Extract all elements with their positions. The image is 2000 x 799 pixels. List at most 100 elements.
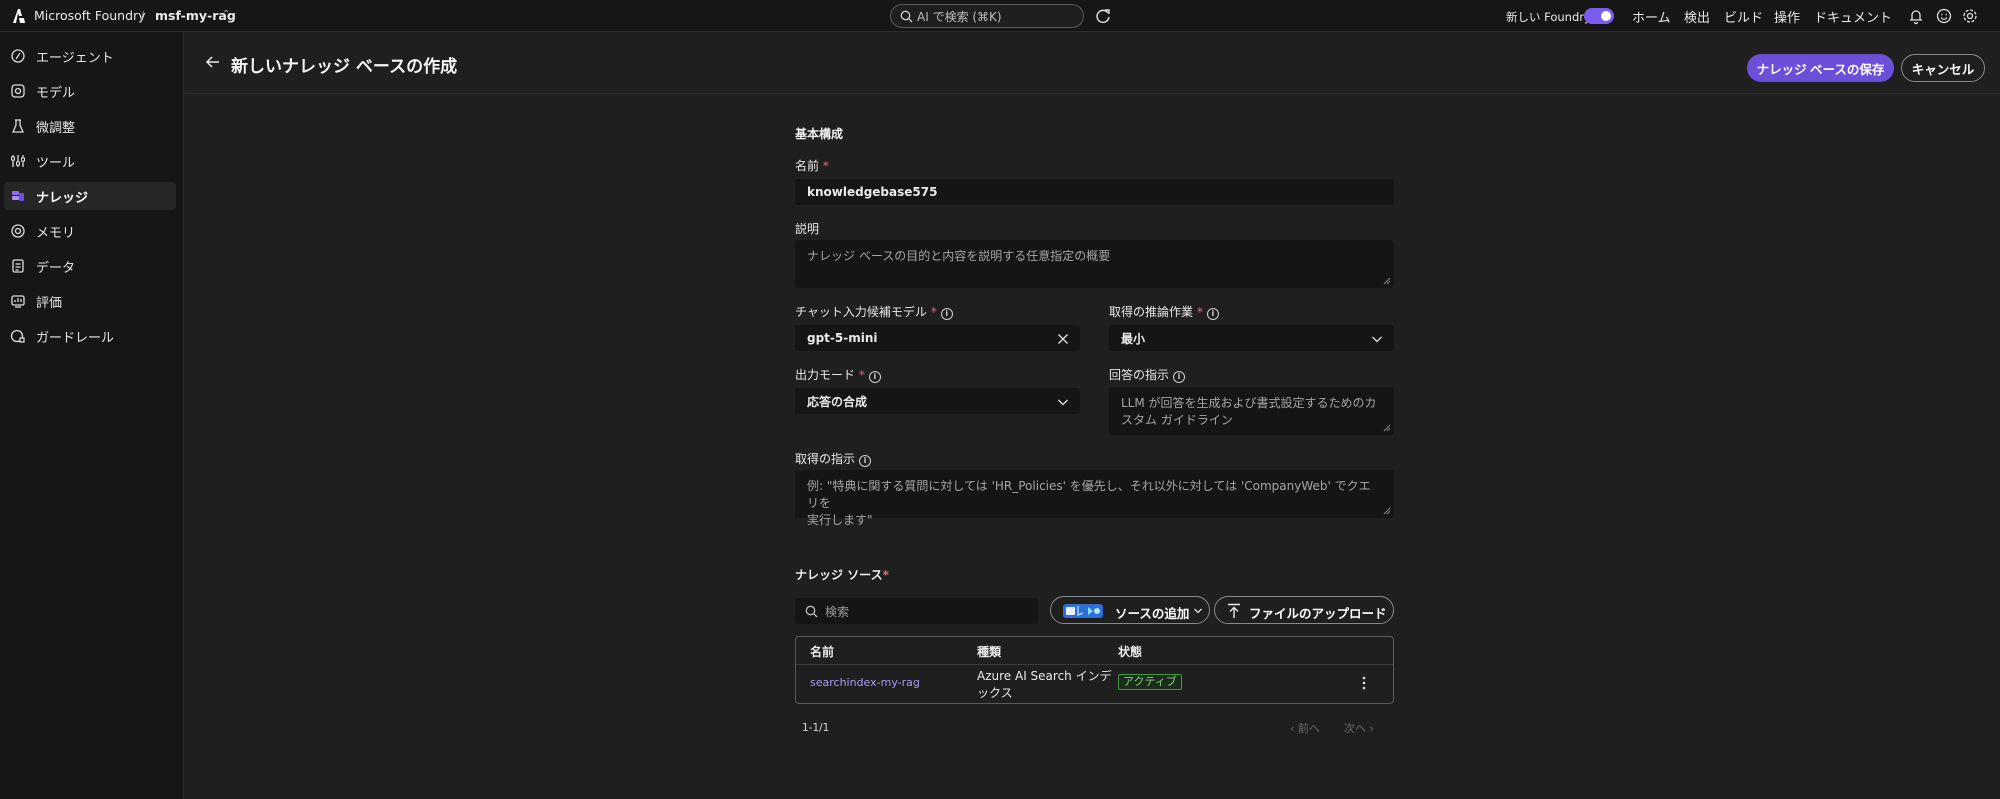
chat-model-label: チャット入力候補モデル * i xyxy=(795,303,953,320)
source-name-link[interactable]: searchindex-my-rag xyxy=(810,676,920,689)
nav-home[interactable]: ホーム xyxy=(1632,7,1671,26)
sidebar-item-finetune[interactable]: 微調整 xyxy=(4,112,176,140)
retrieval-instructions-label-text: 取得の指示 xyxy=(795,452,856,466)
upload-files-button[interactable]: ファイルのアップロード xyxy=(1214,596,1394,624)
column-header-type[interactable]: 種類 xyxy=(977,643,1001,660)
output-mode-label: 出力モード * i xyxy=(795,366,881,383)
source-type-line2: ックス xyxy=(977,686,1013,700)
status-badge: アクティブ xyxy=(1118,674,1182,690)
search-placeholder: AI で検索 (⌘K) xyxy=(917,9,1002,24)
pagination-next[interactable]: 次へ › xyxy=(1344,720,1374,736)
memory-icon xyxy=(11,224,25,238)
name-field[interactable]: knowledgebase575 xyxy=(795,179,1394,205)
output-mode-label-text: 出力モード xyxy=(795,368,856,382)
info-icon[interactable]: i xyxy=(940,308,953,320)
table-header-divider xyxy=(796,664,1393,665)
retrieval-instructions-label: 取得の指示 i xyxy=(795,450,872,467)
info-icon[interactable]: i xyxy=(1206,308,1219,320)
info-icon[interactable]: i xyxy=(859,455,872,467)
chevron-down-icon xyxy=(1194,608,1202,614)
description-placeholder: ナレッジ ベースの目的と内容を説明する任意指定の概要 xyxy=(807,249,1111,263)
answer-instructions-textarea[interactable]: LLM が回答を生成および書式設定するためのカ スタム ガイドライン xyxy=(1109,387,1394,435)
reasoning-effort-label: 取得の推論作業 * i xyxy=(1109,303,1219,320)
chat-model-combobox[interactable]: gpt-5-mini xyxy=(795,325,1080,351)
reasoning-effort-dropdown[interactable]: 最小 xyxy=(1109,325,1394,351)
evaluation-icon xyxy=(11,295,25,308)
column-header-status[interactable]: 状態 xyxy=(1118,643,1142,660)
nav-discover[interactable]: 検出 xyxy=(1684,7,1710,26)
data-icon xyxy=(12,259,24,273)
knowledge-sources-title-text: ナレッジ ソース xyxy=(795,568,883,582)
chevron-down-icon xyxy=(1058,399,1068,406)
sidebar-item-label: ナレッジ xyxy=(36,190,89,206)
brand-name[interactable]: Microsoft Foundry xyxy=(34,8,146,23)
sidebar-item-label: ツール xyxy=(36,155,76,171)
save-knowledge-base-button[interactable]: ナレッジ ベースの保存 xyxy=(1747,54,1894,82)
sidebar-item-tools[interactable]: ツール xyxy=(4,147,176,175)
nav-build[interactable]: ビルド xyxy=(1724,7,1763,26)
sidebar-item-label: 評価 xyxy=(36,295,63,311)
sidebar-item-guardrails[interactable]: ガードレール xyxy=(4,322,176,350)
sidebar-item-knowledge[interactable]: ナレッジ xyxy=(4,182,176,210)
sidebar-item-data[interactable]: データ xyxy=(4,252,176,280)
refresh-icon[interactable] xyxy=(1094,7,1112,25)
answer-instructions-placeholder-line2: スタム ガイドライン xyxy=(1121,413,1233,427)
resize-grip-icon[interactable] xyxy=(1383,277,1391,285)
answer-instructions-label: 回答の指示 i xyxy=(1109,366,1186,383)
clear-x-icon[interactable] xyxy=(1057,333,1069,345)
search-icon xyxy=(805,605,818,618)
sidebar-item-memory[interactable]: メモリ xyxy=(4,217,176,245)
knowledge-sources-table: 名前 種類 状態 searchindex-my-rag Azure AI Sea… xyxy=(795,636,1394,704)
sidebar-item-evaluation[interactable]: 評価 xyxy=(4,287,176,315)
knowledge-icon xyxy=(12,191,24,201)
smiley-feedback-icon[interactable] xyxy=(1935,7,1953,25)
bell-icon[interactable] xyxy=(1907,7,1925,25)
reasoning-label-text: 取得の推論作業 xyxy=(1109,305,1194,319)
breadcrumb-separator: / xyxy=(140,8,145,23)
resize-grip-icon[interactable] xyxy=(1383,424,1391,432)
column-header-name[interactable]: 名前 xyxy=(810,643,834,660)
global-search-input[interactable]: AI で検索 (⌘K) xyxy=(890,4,1084,28)
output-mode-dropdown[interactable]: 応答の合成 xyxy=(795,388,1080,414)
sidebar-item-agents[interactable]: エージェント xyxy=(4,42,176,70)
retrieval-instructions-placeholder-line1: 例: "特典に関する質問に対しては 'HR_Policies' を優先し、それ以… xyxy=(807,479,1371,510)
new-foundry-toggle[interactable] xyxy=(1584,8,1614,24)
flask-icon xyxy=(12,119,24,133)
add-source-label: ソースの追加 xyxy=(1115,606,1190,621)
new-foundry-label: 新しい Foundry xyxy=(1506,10,1591,24)
info-icon[interactable]: i xyxy=(868,371,881,383)
info-icon[interactable]: i xyxy=(1173,371,1186,383)
knowledge-sources-title: ナレッジ ソース* xyxy=(795,566,889,583)
nav-docs[interactable]: ドキュメント xyxy=(1814,7,1892,26)
sidebar-item-models[interactable]: モデル xyxy=(4,77,176,105)
add-source-button[interactable]: ソースの追加 xyxy=(1050,596,1210,624)
section-basic-config-title: 基本構成 xyxy=(795,127,844,141)
required-mark: * xyxy=(930,305,937,319)
back-arrow-icon[interactable] xyxy=(205,54,221,70)
chevron-down-icon xyxy=(1372,336,1382,343)
foundry-logo-icon[interactable] xyxy=(10,8,26,24)
cancel-button[interactable]: キャンセル xyxy=(1901,54,1985,82)
settings-gear-icon[interactable] xyxy=(1961,7,1979,25)
sidebar-item-label: ガードレール xyxy=(36,330,115,346)
source-type-line1: Azure AI Search インデ xyxy=(977,669,1112,683)
sources-search-input[interactable]: 検索 xyxy=(795,598,1038,624)
required-mark: * xyxy=(822,159,829,173)
description-label: 説明 xyxy=(795,222,820,236)
chevron-updown-icon[interactable]: ⌃ xyxy=(222,9,230,20)
retrieval-instructions-textarea[interactable]: 例: "特典に関する質問に対しては 'HR_Policies' を優先し、それ以… xyxy=(795,470,1394,527)
page-title: 新しいナレッジ ベースの作成 xyxy=(231,57,458,77)
prev-label: 前へ xyxy=(1297,722,1320,735)
answer-instructions-label-text: 回答の指示 xyxy=(1109,368,1170,382)
name-label-text: 名前 xyxy=(795,159,820,173)
resize-grip-icon[interactable] xyxy=(1383,507,1391,515)
sidebar-item-label: メモリ xyxy=(36,225,76,241)
nav-operate[interactable]: 操作 xyxy=(1774,7,1800,26)
search-icon xyxy=(900,10,913,23)
sidebar-item-label: 微調整 xyxy=(36,120,76,136)
sidebar-item-label: モデル xyxy=(36,85,76,101)
upload-label: ファイルのアップロード xyxy=(1249,606,1387,621)
description-textarea[interactable]: ナレッジ ベースの目的と内容を説明する任意指定の概要 xyxy=(795,240,1394,288)
more-options-icon[interactable] xyxy=(1361,676,1367,690)
pagination-prev[interactable]: ‹ 前へ xyxy=(1290,720,1320,736)
